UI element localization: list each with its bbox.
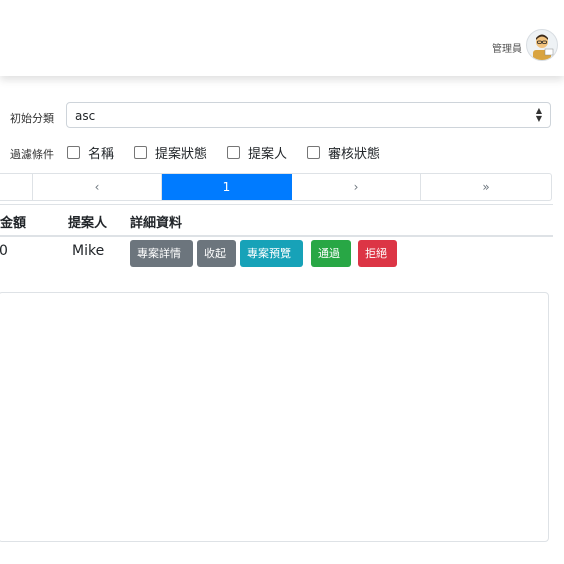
filter-label: 過濾條件: [10, 148, 54, 161]
project-details-button[interactable]: 專案詳情: [130, 240, 193, 267]
filter-option-label: 提案狀態: [155, 146, 208, 162]
filter-option-proposal-status[interactable]: 提案狀態: [134, 144, 208, 162]
approve-button[interactable]: 通過: [311, 240, 351, 267]
detail-panel: [0, 292, 549, 542]
review-status-checkbox[interactable]: [307, 145, 320, 159]
filter-option-label: 名稱: [88, 146, 115, 162]
page-first-button[interactable]: [0, 174, 33, 200]
cell-amount: 0: [0, 243, 8, 259]
proposal-status-checkbox[interactable]: [134, 145, 147, 159]
sort-select[interactable]: asc ▲ ▼: [66, 102, 551, 128]
table-header-border: [0, 235, 553, 237]
column-header-proposer: 提案人: [68, 216, 108, 231]
reject-button[interactable]: 拒絕: [358, 240, 397, 267]
collapse-button[interactable]: 收起: [197, 240, 236, 267]
filter-option-review-status[interactable]: 審核狀態: [307, 144, 381, 162]
column-header-details: 詳細資料: [130, 216, 183, 231]
top-navbar: 管理員: [0, 0, 564, 76]
cell-proposer: Mike: [72, 243, 105, 259]
page-next-button[interactable]: ›: [292, 174, 421, 200]
main-content: 初始分類 asc ▲ ▼ 過濾條件 名稱 提案狀態 提案人 審核狀態 ‹ 1 › …: [0, 76, 564, 564]
select-arrows-icon: ▲ ▼: [535, 106, 542, 123]
sort-label: 初始分類: [10, 112, 54, 125]
column-header-amount: 資金額: [0, 216, 27, 231]
filter-option-proposer[interactable]: 提案人: [227, 144, 288, 162]
table-top-border: [0, 204, 553, 205]
name-checkbox[interactable]: [67, 145, 80, 159]
user-avatar[interactable]: [526, 29, 558, 61]
project-preview-button[interactable]: 專案預覽: [240, 240, 303, 267]
page-prev-button[interactable]: ‹: [33, 174, 162, 200]
proposer-checkbox[interactable]: [227, 145, 240, 159]
sort-select-value: asc: [75, 109, 96, 123]
filter-option-name[interactable]: 名稱: [67, 144, 115, 162]
filter-option-label: 審核狀態: [328, 146, 381, 162]
user-name[interactable]: 管理員: [492, 40, 522, 55]
filter-option-label: 提案人: [248, 146, 288, 162]
page-current-button[interactable]: 1: [162, 174, 292, 200]
page-last-button[interactable]: »: [421, 174, 551, 200]
avatar-icon: [533, 34, 554, 60]
pagination: ‹ 1 › »: [0, 173, 552, 201]
